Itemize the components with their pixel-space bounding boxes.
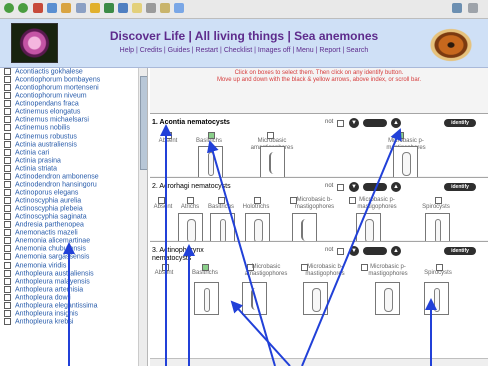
arrow-to-basitrichs-bottom <box>230 300 291 366</box>
arrow-to-basitrichs-top <box>207 140 276 366</box>
arrow-to-microbasic-p-top <box>301 128 402 366</box>
annotation-arrows <box>63 124 437 366</box>
